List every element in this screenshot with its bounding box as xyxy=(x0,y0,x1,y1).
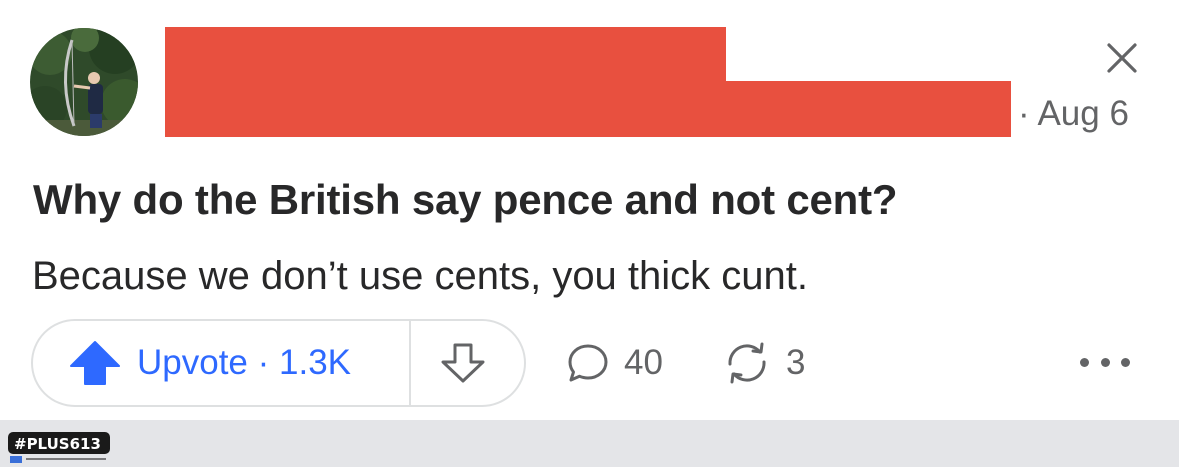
answer-card: · Aug 6 Why do the British say pence and… xyxy=(0,0,1179,420)
comments-button[interactable]: 40 xyxy=(566,338,663,388)
comment-icon xyxy=(568,344,608,382)
answer-text: Because we don’t use cents, you thick cu… xyxy=(32,254,808,298)
arrow-up-icon xyxy=(70,341,120,385)
author-avatar[interactable] xyxy=(30,28,138,136)
close-icon xyxy=(1107,43,1137,73)
more-icon xyxy=(1080,357,1089,367)
question-title[interactable]: Why do the British say pence and not cen… xyxy=(33,176,898,224)
vote-control: Upvote · 1.3K xyxy=(31,319,526,407)
watermark-text: #PLUS613 xyxy=(14,435,101,453)
downvote-button[interactable] xyxy=(411,321,524,405)
more-icon-dot xyxy=(1100,357,1110,367)
reshare-icon xyxy=(728,342,766,384)
redacted-author-credential xyxy=(165,81,1011,137)
watermark-logo: #PLUS613 xyxy=(8,432,110,463)
post-date[interactable]: · Aug 6 xyxy=(1018,94,1129,134)
share-button[interactable]: 3 xyxy=(722,338,805,388)
upvote-button[interactable]: Upvote · 1.3K xyxy=(33,321,409,405)
more-icon-dot xyxy=(1121,357,1130,367)
more-options-button[interactable] xyxy=(1080,352,1130,372)
arrow-down-icon xyxy=(441,343,484,383)
footer-bar xyxy=(0,420,1179,467)
upvote-label: Upvote · 1.3K xyxy=(137,343,351,382)
comments-count: 40 xyxy=(624,343,663,382)
shares-count: 3 xyxy=(786,343,806,382)
close-button[interactable] xyxy=(1104,40,1140,76)
